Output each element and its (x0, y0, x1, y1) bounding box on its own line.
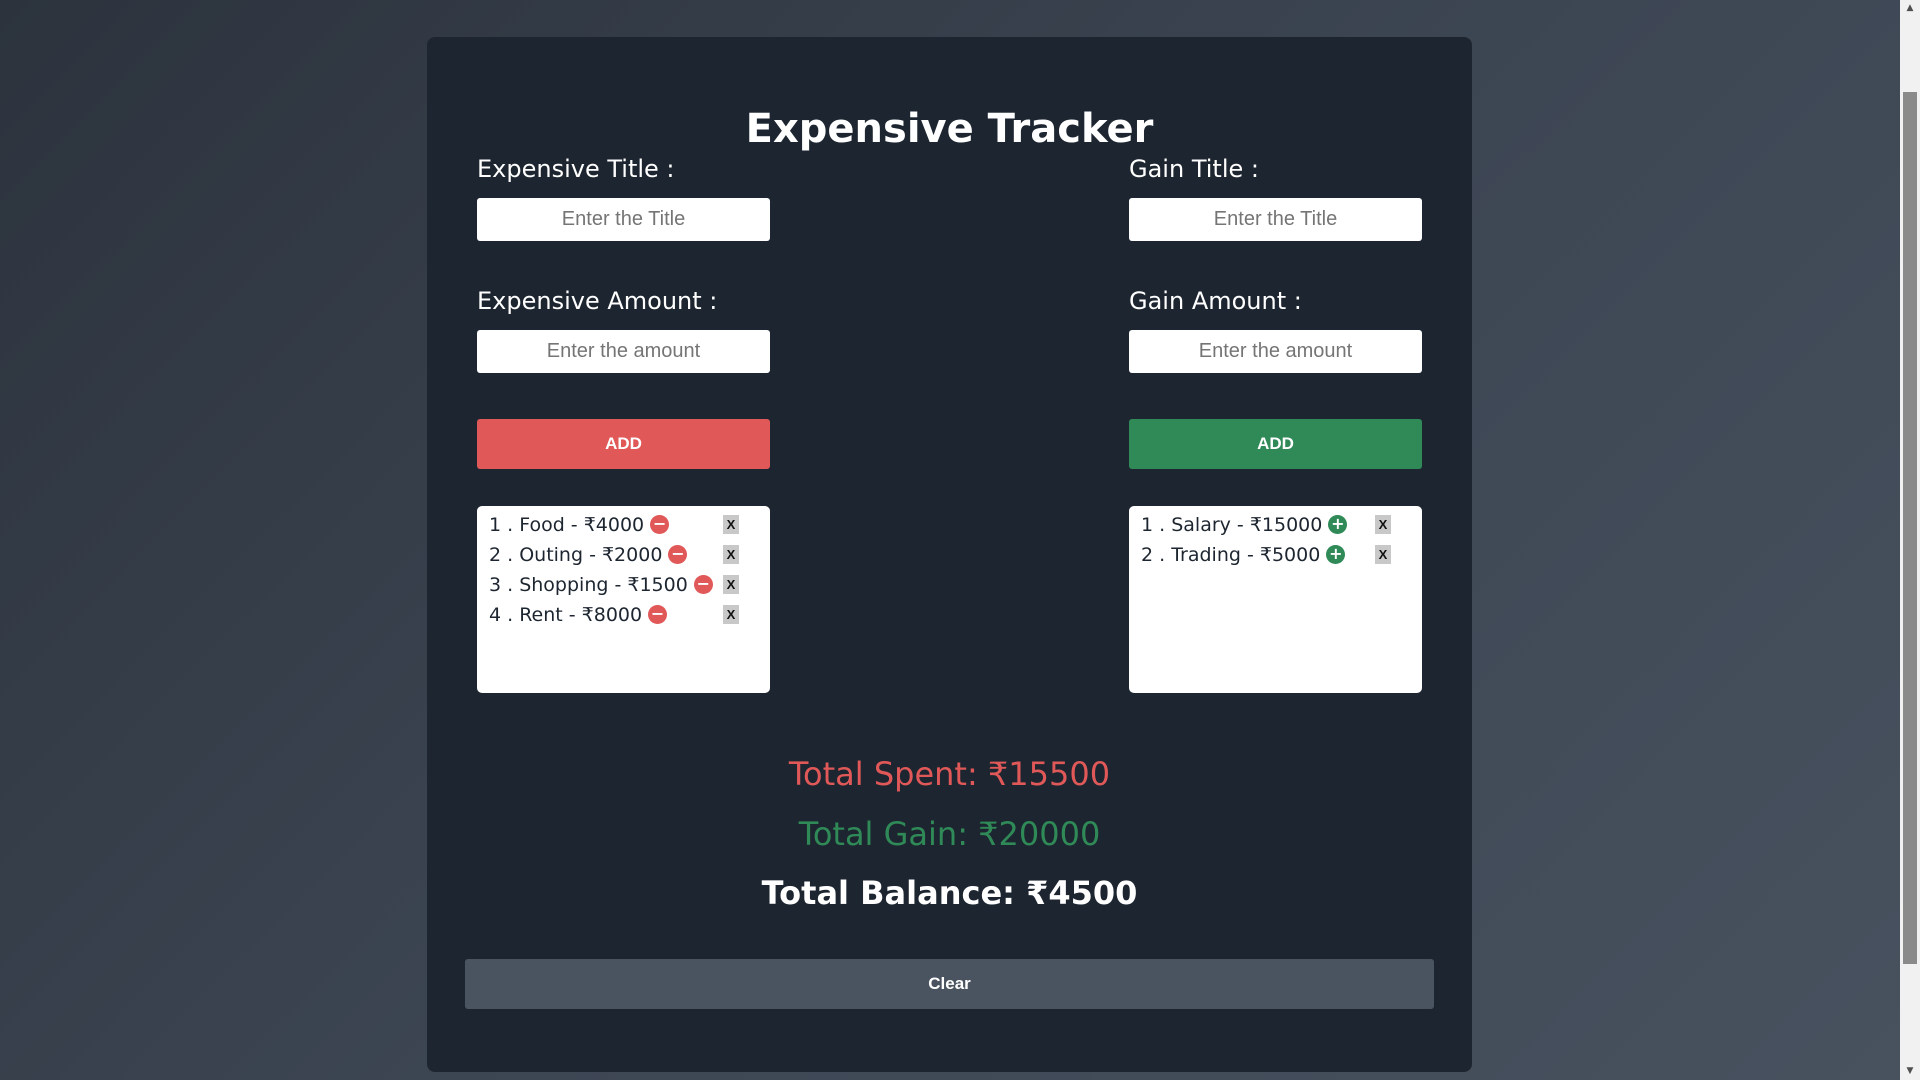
plus-circle-icon: + (1328, 515, 1348, 534)
gain-item-text: 1 . Salary - ₹15000 (1141, 513, 1323, 536)
gain-amount-input[interactable] (1129, 330, 1422, 373)
total-spent: Total Spent: ₹15500 (788, 755, 1111, 793)
gain-title-input[interactable] (1129, 198, 1422, 241)
expense-list-item: 4 . Rent - ₹8000− X (489, 599, 770, 629)
clear-button[interactable]: Clear (465, 959, 1434, 1009)
expense-title-input[interactable] (477, 198, 770, 241)
remove-expense-button[interactable]: X (723, 545, 739, 564)
page-title: Expensive Tracker (745, 106, 1154, 152)
expense-list: 1 . Food - ₹4000− X 2 . Outing - ₹2000− … (477, 506, 770, 693)
minus-circle-icon: − (648, 605, 668, 624)
scroll-up-arrow-icon[interactable]: ▲ (1900, 0, 1920, 17)
expense-title-label: Expensive Title : (477, 155, 675, 183)
expense-amount-input[interactable] (477, 330, 770, 373)
add-expense-button[interactable]: ADD (477, 419, 770, 469)
expense-item-text: 4 . Rent - ₹8000 (489, 603, 643, 626)
gain-item-text: 2 . Trading - ₹5000 (1141, 543, 1321, 566)
gain-amount-label: Gain Amount : (1129, 287, 1302, 315)
add-gain-button[interactable]: ADD (1129, 419, 1422, 469)
gain-list-item: 2 . Trading - ₹5000 + X (1141, 539, 1422, 569)
plus-circle-icon: + (1326, 545, 1346, 564)
expense-list-item: 1 . Food - ₹4000− X (489, 509, 770, 539)
minus-circle-icon: − (668, 545, 688, 564)
scroll-down-arrow-icon[interactable]: ▼ (1900, 1063, 1920, 1080)
minus-circle-icon: − (650, 515, 670, 534)
minus-circle-icon: − (693, 575, 713, 594)
expense-amount-label: Expensive Amount : (477, 287, 718, 315)
tracker-panel: Expensive Tracker Expensive Title : Expe… (427, 37, 1472, 1072)
remove-expense-button[interactable]: X (723, 605, 739, 624)
gain-title-label: Gain Title : (1129, 155, 1259, 183)
total-gain: Total Gain: ₹20000 (798, 815, 1101, 853)
expense-list-item: 3 . Shopping - ₹1500− X (489, 569, 770, 599)
expense-list-item: 2 . Outing - ₹2000− X (489, 539, 770, 569)
page-scrollbar[interactable]: ▲ ▼ (1900, 0, 1920, 1080)
remove-gain-button[interactable]: X (1375, 545, 1391, 564)
expense-item-text: 1 . Food - ₹4000 (489, 513, 645, 536)
remove-gain-button[interactable]: X (1375, 515, 1391, 534)
scrollbar-thumb[interactable] (1903, 92, 1917, 964)
remove-expense-button[interactable]: X (723, 515, 739, 534)
total-balance: Total Balance: ₹4500 (761, 874, 1138, 912)
expense-item-text: 3 . Shopping - ₹1500 (489, 573, 688, 596)
expense-item-text: 2 . Outing - ₹2000 (489, 543, 663, 566)
gain-list-item: 1 . Salary - ₹15000 + X (1141, 509, 1422, 539)
remove-expense-button[interactable]: X (723, 575, 739, 594)
gain-list: 1 . Salary - ₹15000 + X 2 . Trading - ₹50… (1129, 506, 1422, 693)
